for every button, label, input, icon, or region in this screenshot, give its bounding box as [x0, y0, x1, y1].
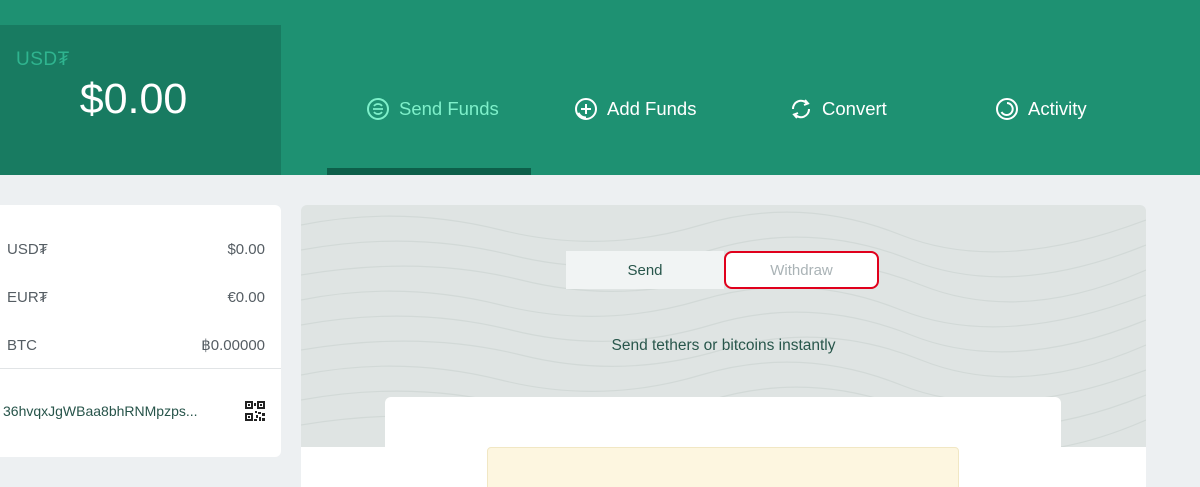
notice-box: [487, 447, 959, 487]
nav-convert[interactable]: Convert: [789, 90, 887, 128]
nav-add-funds[interactable]: Add Funds: [574, 90, 696, 128]
nav-send-funds-label: Send Funds: [399, 98, 499, 119]
send-funds-panel: Send Withdraw Send tethers or bitcoins i…: [301, 205, 1146, 487]
account-balance: €0.00: [227, 288, 265, 306]
send-tagline: Send tethers or bitcoins instantly: [611, 337, 836, 354]
wallet-address[interactable]: 36hvqxJgWBaa8bhRNMpzps...: [3, 403, 198, 419]
account-row-eurt[interactable]: EUR₮ €0.00: [7, 285, 265, 309]
convert-icon: [789, 97, 813, 121]
account-row-btc[interactable]: BTC ฿0.00000: [7, 333, 265, 357]
balance-panel: USD₮ $0.00: [0, 25, 281, 175]
balance-amount: $0.00: [79, 75, 188, 123]
wallet-address-row: 36hvqxJgWBaa8bhRNMpzps...: [3, 401, 265, 421]
top-header: USD₮ $0.00 Send Funds Add Funds Convert …: [0, 0, 1200, 175]
tab-send[interactable]: Send: [566, 251, 724, 289]
send-funds-icon: [366, 97, 390, 121]
account-currency: EUR₮: [7, 288, 48, 306]
accounts-card: USD₮ $0.00 EUR₮ €0.00 BTC ฿0.00000 36hvq…: [0, 205, 281, 457]
balance-currency-label: USD₮: [16, 49, 70, 70]
nav-add-funds-label: Add Funds: [607, 98, 697, 119]
active-tab-indicator: [327, 168, 531, 175]
account-currency: BTC: [7, 336, 37, 354]
account-balance: ฿0.00000: [201, 337, 265, 354]
nav-activity[interactable]: Activity: [995, 90, 1087, 128]
nav-activity-label: Activity: [1028, 98, 1087, 119]
tab-withdraw[interactable]: Withdraw: [724, 251, 879, 289]
add-funds-icon: [574, 97, 598, 121]
qr-code-icon[interactable]: [245, 401, 265, 421]
account-row-usdt[interactable]: USD₮ $0.00: [7, 237, 265, 261]
send-form-card: [385, 397, 1061, 487]
divider: [0, 368, 281, 369]
activity-icon: [995, 97, 1019, 121]
nav-send-funds[interactable]: Send Funds: [366, 90, 499, 128]
account-currency: USD₮: [7, 240, 48, 258]
account-balance: $0.00: [227, 240, 265, 258]
nav-convert-label: Convert: [822, 98, 887, 119]
